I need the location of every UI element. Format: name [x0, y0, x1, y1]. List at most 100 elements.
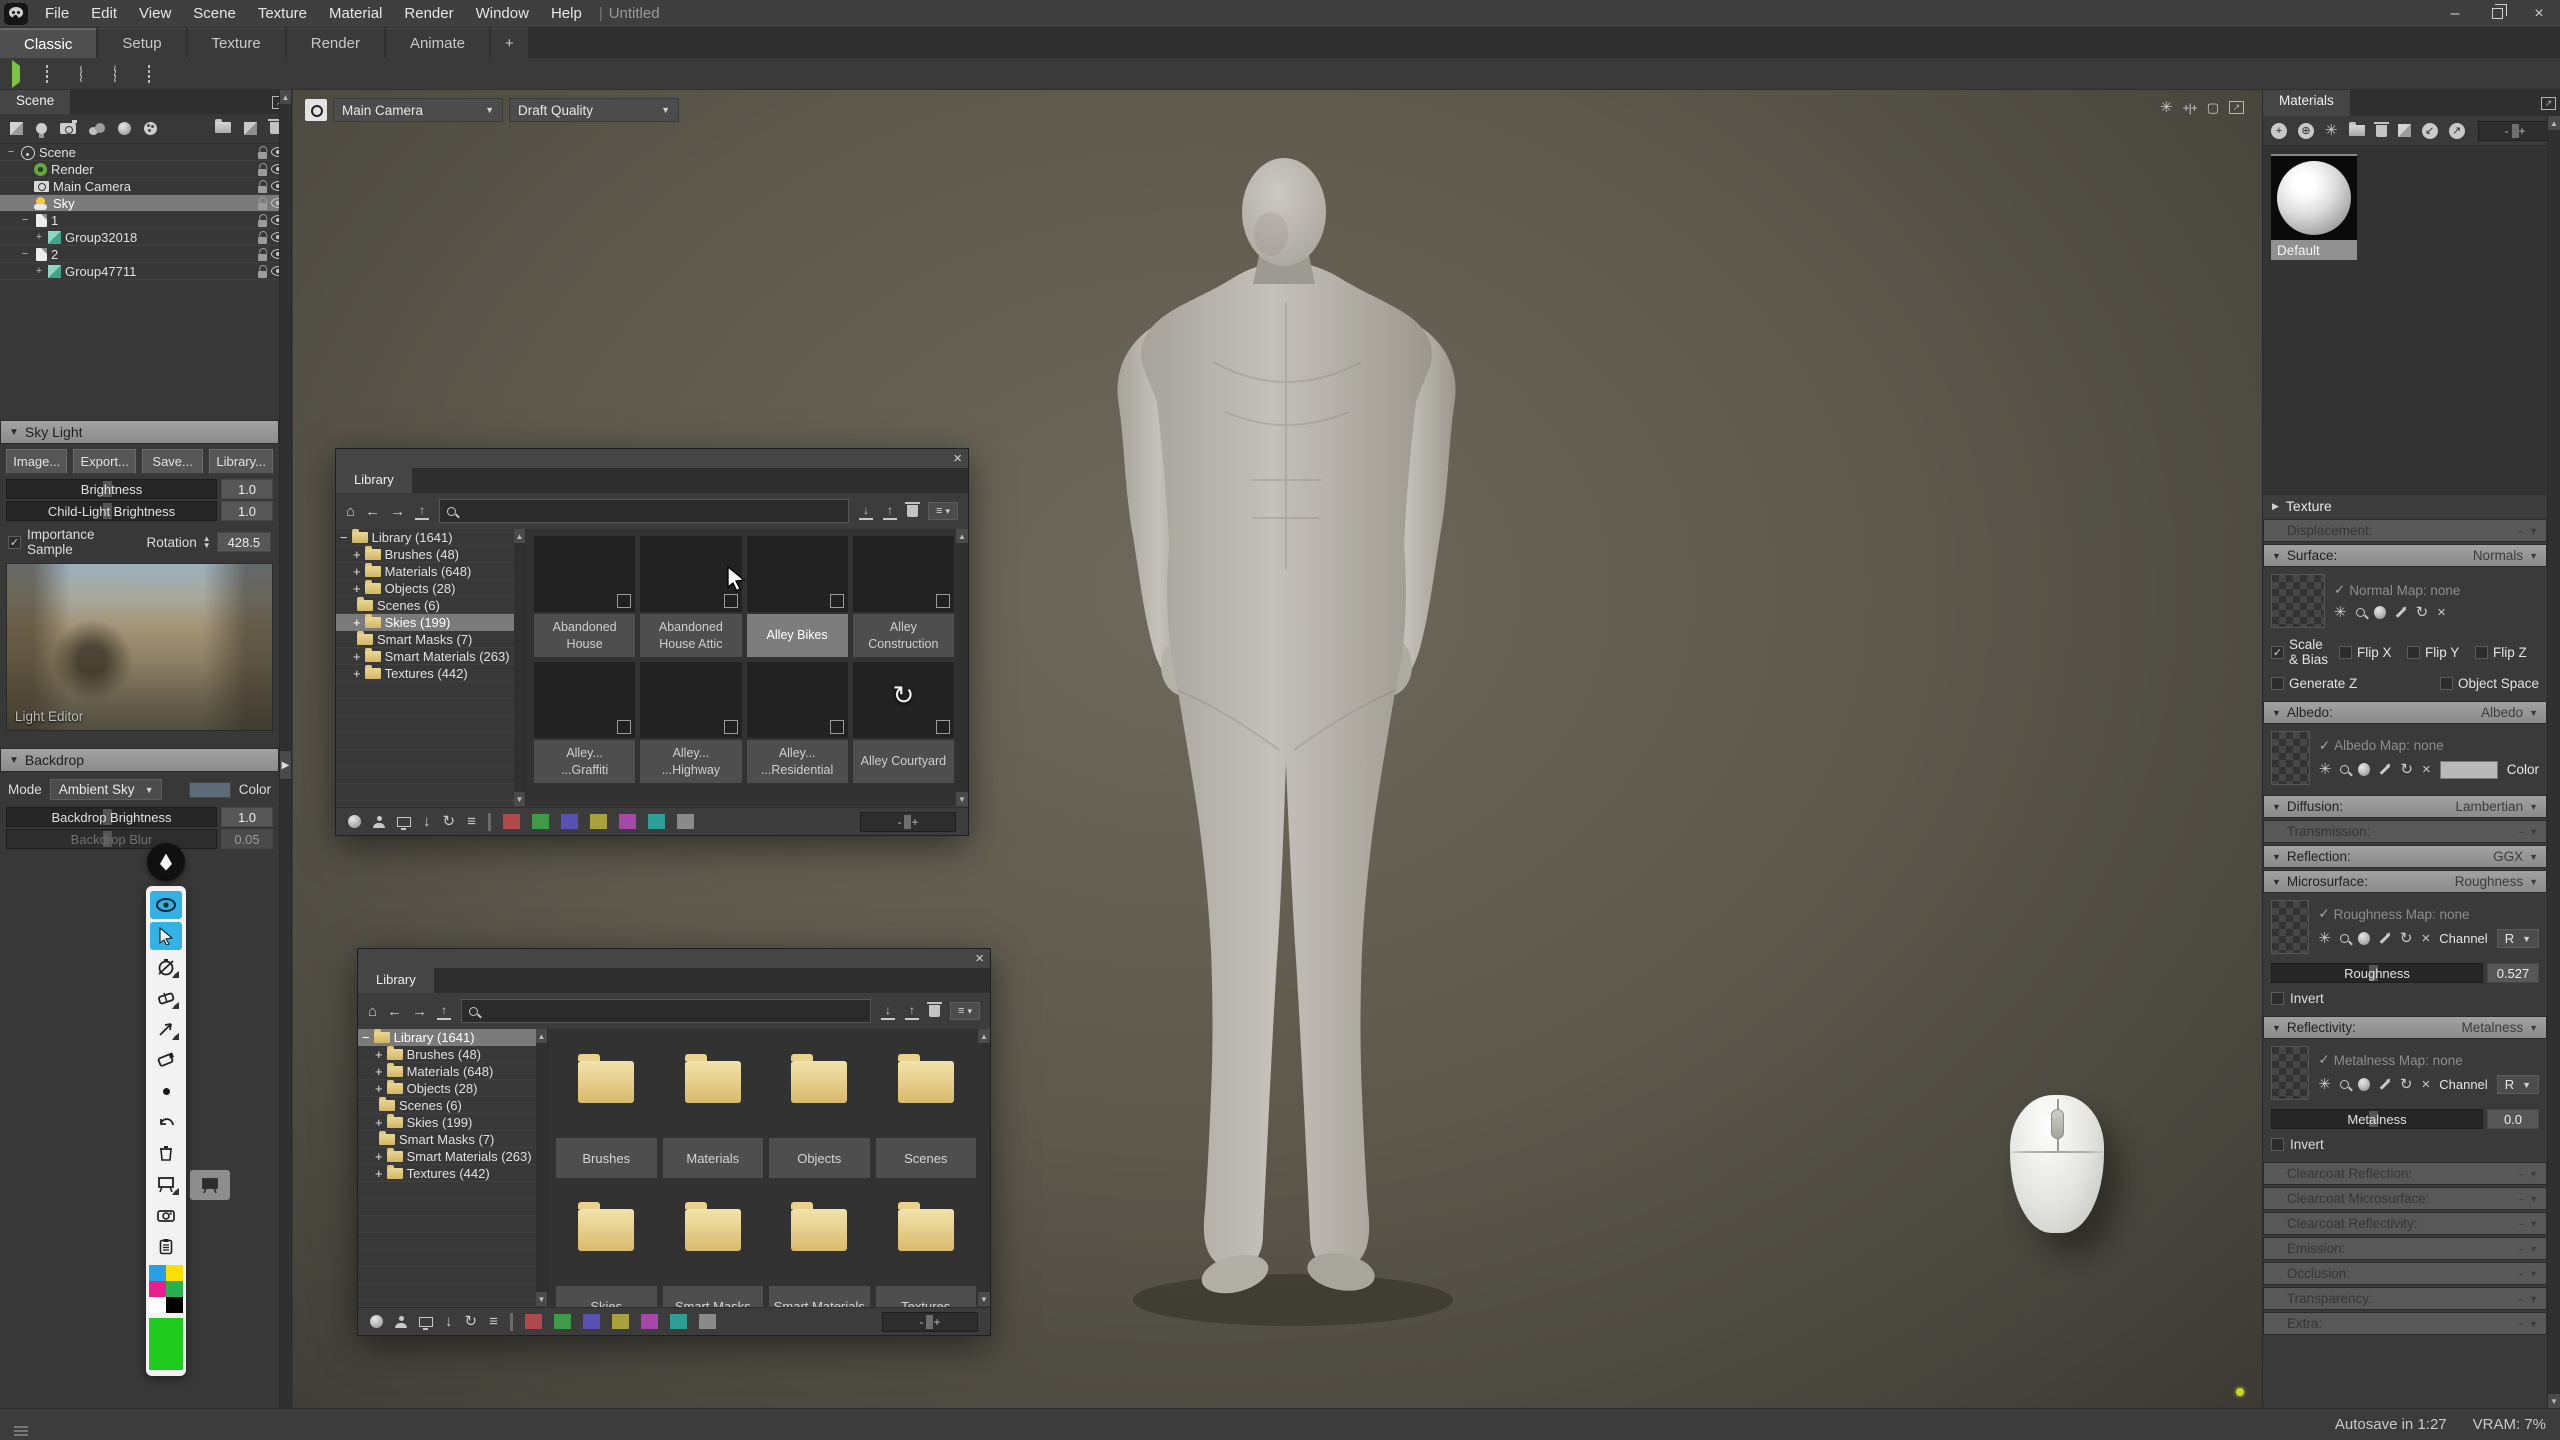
tree-expander-icon[interactable]: +	[353, 666, 361, 681]
annotation-clear-button[interactable]	[150, 1139, 182, 1167]
rotation-value[interactable]: 428.5	[217, 532, 271, 552]
list-view-icon[interactable]: ≡	[489, 1314, 498, 1329]
material-swatch-default[interactable]: Default	[2271, 154, 2357, 260]
forward-arrow-icon[interactable]: →	[412, 1004, 427, 1019]
magnifier-icon[interactable]	[2356, 608, 2365, 617]
sky-slider-0-slider[interactable]: Brightness	[6, 479, 217, 499]
section-header-surface[interactable]: ▼Surface:Normals▼	[2263, 544, 2547, 567]
monitor-icon[interactable]	[419, 1317, 433, 1327]
rotation-spinner[interactable]: ▲▼	[203, 535, 211, 549]
scroll-down-icon[interactable]: ▼	[956, 792, 968, 806]
search-input[interactable]	[462, 504, 841, 519]
library-folder-tile[interactable]: Objects	[769, 1036, 870, 1178]
add-geometry-icon[interactable]	[10, 122, 23, 135]
list-view-icon[interactable]: ≡	[467, 814, 476, 829]
scene-tree-row[interactable]: −2	[0, 246, 291, 263]
scene-tree-row[interactable]: +Group47711	[0, 263, 291, 280]
workspace-tab-texture[interactable]: Texture	[188, 28, 285, 58]
library-tree-row[interactable]: −Library (1641)	[358, 1029, 536, 1046]
new-folder-icon[interactable]	[215, 122, 231, 133]
lock-icon[interactable]	[258, 152, 267, 159]
monitor-icon[interactable]	[397, 817, 411, 827]
object-space-checkbox[interactable]	[2440, 677, 2453, 690]
sky-slider-1-value[interactable]: 1.0	[221, 501, 273, 521]
scroll-up-icon[interactable]: ▲	[536, 1029, 547, 1043]
tag-color-swatch[interactable]	[677, 814, 694, 829]
sync-icon[interactable]: ↻	[443, 814, 456, 829]
menu-item-window[interactable]: Window	[465, 1, 540, 26]
back-arrow-icon[interactable]: ←	[387, 1004, 402, 1019]
section-mode-select[interactable]: Albedo▼	[2481, 705, 2538, 720]
section-mode-select[interactable]: -▼	[2519, 1241, 2538, 1256]
swatch-size-slider[interactable]: - / +	[2478, 121, 2552, 141]
metalness-slider[interactable]: Metalness	[2271, 1109, 2483, 1129]
library-tree-row[interactable]: +Materials (648)	[336, 563, 514, 580]
tree-expander-icon[interactable]: +	[375, 1047, 383, 1062]
thumbnail-size-slider[interactable]: - / +	[882, 1312, 978, 1332]
map-thumbnail[interactable]	[2271, 1046, 2309, 1100]
library-thumbnail[interactable]: Alley... ...Graffiti	[534, 662, 635, 783]
select-rectangle-icon[interactable]	[46, 66, 66, 82]
scale-bias-checkbox[interactable]: ✓	[2271, 646, 2284, 659]
library-tree-row[interactable]: +Smart Materials (263)	[358, 1148, 536, 1165]
section-mode-select[interactable]: Lambertian▼	[2456, 799, 2538, 814]
up-level-icon[interactable]: ↑	[415, 505, 429, 518]
annotation-arrow-button[interactable]	[150, 1015, 182, 1043]
thumbnail-checkbox[interactable]	[936, 594, 950, 608]
section-header-emission[interactable]: ▼Emission:-▼	[2263, 1237, 2547, 1260]
add-paint-icon[interactable]	[144, 122, 157, 135]
lock-icon[interactable]	[258, 254, 267, 261]
lock-icon[interactable]	[258, 271, 267, 278]
map-thumbnail[interactable]	[2271, 574, 2325, 628]
trash-icon[interactable]	[907, 505, 918, 517]
section-header-microsurface[interactable]: ▼Microsurface:Roughness▼	[2263, 870, 2547, 893]
scene-panel-scrollbar[interactable]: ▲	[279, 90, 291, 1408]
forward-arrow-icon[interactable]: →	[390, 504, 405, 519]
export-icon[interactable]: ↗	[2449, 123, 2465, 139]
library-tree-row[interactable]: +Materials (648)	[358, 1063, 536, 1080]
library-folder-tile[interactable]: Skies	[556, 1184, 657, 1326]
annotation-pen-button[interactable]	[147, 843, 185, 881]
library-tree-row[interactable]: +Smart Materials (263)	[336, 648, 514, 665]
backdrop-slider-0-value[interactable]: 1.0	[221, 807, 273, 827]
upload-icon[interactable]: ↑	[905, 1005, 919, 1018]
refresh-icon[interactable]: ↻	[2400, 1077, 2413, 1092]
close-icon[interactable]: ×	[953, 449, 962, 468]
tree-expander-icon[interactable]: +	[375, 1115, 383, 1130]
sky-light-button-save[interactable]: Save...	[142, 449, 203, 474]
section-header-extra[interactable]: ▼Extra:-▼	[2263, 1312, 2547, 1335]
flip-z-checkbox[interactable]	[2475, 646, 2488, 659]
metalness-value[interactable]: 0.0	[2487, 1109, 2539, 1129]
tag-color-swatch[interactable]	[532, 814, 549, 829]
scroll-up-icon[interactable]: ▲	[978, 1029, 990, 1043]
refresh-icon[interactable]: ↻	[2416, 605, 2429, 620]
download-arrow-icon[interactable]: ↓	[423, 814, 431, 829]
scroll-down-icon[interactable]: ▼	[514, 792, 525, 806]
thumbnail-size-slider[interactable]: - / +	[860, 812, 956, 832]
menu-item-scene[interactable]: Scene	[182, 1, 247, 26]
tree-expander-icon[interactable]: −	[20, 214, 30, 226]
channel-select[interactable]: R▼	[2497, 1075, 2539, 1094]
add-light-icon[interactable]	[36, 123, 47, 134]
section-header-clearcoatreflectivity[interactable]: ▼Clearcoat Reflectivity:-▼	[2263, 1212, 2547, 1235]
tree-expander-icon[interactable]: +	[353, 581, 361, 596]
section-header-occlusion[interactable]: ▼Occlusion:-▼	[2263, 1262, 2547, 1285]
refresh-icon[interactable]: ↻	[2400, 931, 2413, 946]
tag-color-swatch[interactable]	[554, 1314, 571, 1329]
section-texture[interactable]: ▶Texture	[2263, 495, 2547, 517]
library-tree-row[interactable]: +Objects (28)	[358, 1080, 536, 1097]
library-folder-tile[interactable]: Scenes	[876, 1036, 977, 1178]
clear-icon[interactable]: ×	[2421, 1077, 2430, 1092]
tag-color-swatch[interactable]	[699, 1314, 716, 1329]
add-material-icon[interactable]: +	[2271, 123, 2287, 139]
add-sculpt-icon[interactable]	[89, 123, 105, 135]
person-icon[interactable]	[373, 816, 385, 828]
color-yellow-swatch[interactable]	[166, 1265, 183, 1281]
library-folder-tile[interactable]: Smart Masks	[663, 1184, 764, 1326]
annotation-dot-size[interactable]	[150, 1077, 182, 1105]
section-mode-select[interactable]: GGX▼	[2493, 849, 2538, 864]
sync-icon[interactable]: ↻	[465, 1314, 478, 1329]
map-thumbnail[interactable]	[2271, 900, 2309, 954]
preview-sphere-icon[interactable]	[370, 1315, 383, 1328]
split-view-icon[interactable]: +|+	[2183, 102, 2197, 114]
